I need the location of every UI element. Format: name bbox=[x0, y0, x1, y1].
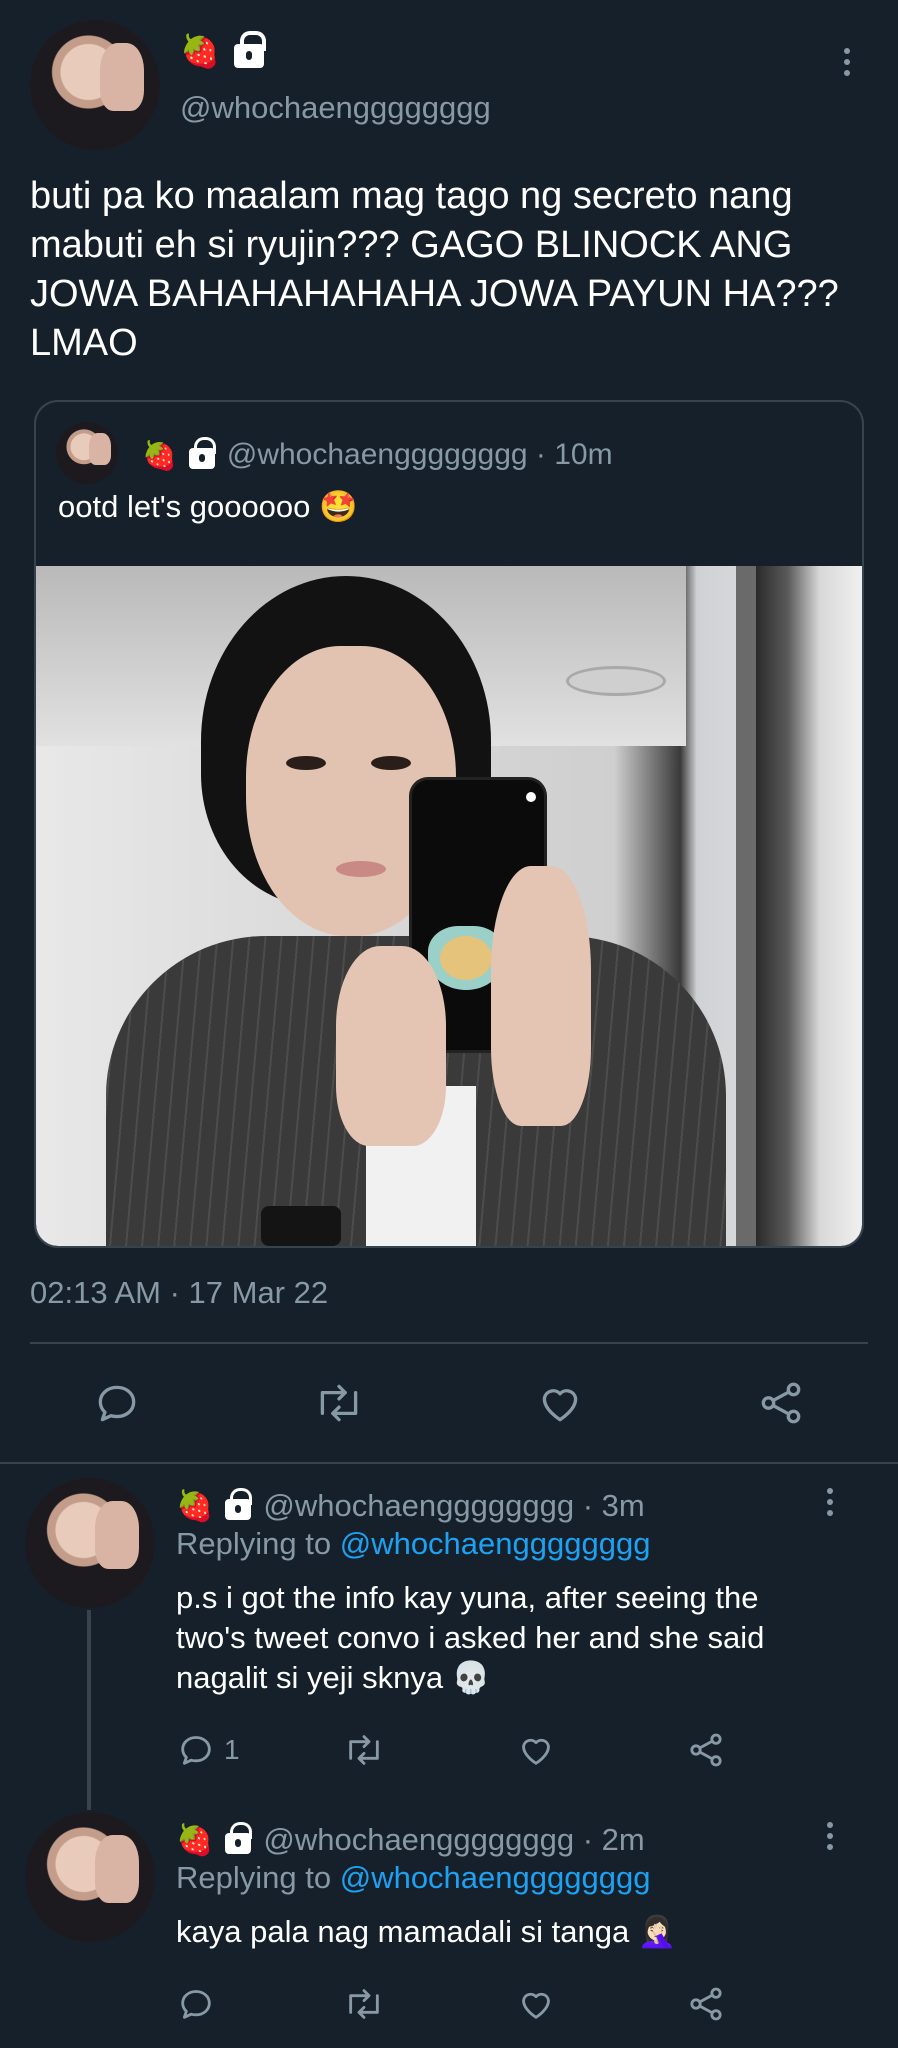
quoted-tweet-text: ootd let's goooooo 🤩 bbox=[58, 489, 358, 524]
reply-icon[interactable] bbox=[92, 1378, 142, 1428]
quoted-tweet-card[interactable]: 🍓 @whochaengggggggg · 10m ootd let's goo… bbox=[34, 400, 864, 1248]
reply-name-row: 🍓 @whochaengggggggg · 3m bbox=[176, 1487, 645, 1524]
reply-avatar[interactable] bbox=[25, 1812, 155, 1942]
divider bbox=[30, 1342, 868, 1344]
strawberry-emoji: 🍓 bbox=[180, 32, 220, 70]
main-name-row: 🍓 bbox=[180, 31, 266, 70]
retweet-icon[interactable] bbox=[342, 1984, 386, 2024]
more-icon[interactable] bbox=[823, 1822, 837, 1850]
replying-handle-link[interactable]: @whochaengggggggg bbox=[340, 1526, 651, 1561]
strawberry-emoji: 🍓 bbox=[142, 438, 177, 472]
reply-name-row: 🍓 @whochaengggggggg · 2m bbox=[176, 1821, 645, 1858]
quoted-handle-time: @whochaengggggggg · 10m bbox=[226, 438, 613, 471]
main-tweet-text: buti pa ko maalam mag tago ng secreto na… bbox=[30, 175, 839, 364]
reply-count: 1 bbox=[224, 1734, 240, 1765]
quoted-avatar bbox=[56, 422, 118, 484]
replying-to: Replying to @whochaengggggggg bbox=[176, 1860, 650, 1896]
quoted-name-row: 🍓 @whochaengggggggg · 10m bbox=[142, 436, 613, 472]
reply-icon[interactable]: 1 bbox=[176, 1730, 240, 1770]
share-icon[interactable] bbox=[686, 1730, 726, 1770]
tweet-timestamp[interactable]: 02:13 AM · 17 Mar 22 bbox=[30, 1275, 328, 1311]
main-handle[interactable]: @whochaengggggggg bbox=[180, 90, 491, 126]
more-icon[interactable] bbox=[823, 1488, 837, 1516]
like-icon[interactable] bbox=[535, 1378, 585, 1428]
like-icon[interactable] bbox=[516, 1984, 556, 2024]
replying-label: Replying to bbox=[176, 1860, 332, 1895]
lock-icon bbox=[233, 31, 266, 68]
retweet-icon[interactable] bbox=[312, 1378, 366, 1428]
retweet-icon[interactable] bbox=[342, 1730, 386, 1770]
more-icon[interactable] bbox=[840, 48, 854, 76]
reply-handle-time: @whochaengggggggg · 3m bbox=[263, 1488, 645, 1523]
reply-icon[interactable] bbox=[176, 1984, 216, 2024]
reply-text: p.s i got the info kay yuna, after seein… bbox=[176, 1580, 765, 1695]
share-icon[interactable] bbox=[686, 1984, 726, 2024]
reply-avatar[interactable] bbox=[25, 1478, 155, 1608]
thread-line bbox=[87, 1610, 91, 1810]
lock-icon bbox=[225, 1487, 253, 1520]
replying-to: Replying to @whochaengggggggg bbox=[176, 1526, 650, 1562]
like-icon[interactable] bbox=[516, 1730, 556, 1770]
tweet-photo[interactable] bbox=[36, 566, 862, 1246]
section-divider bbox=[0, 1462, 898, 1464]
strawberry-emoji: 🍓 bbox=[176, 1822, 214, 1858]
replying-label: Replying to bbox=[176, 1526, 332, 1561]
strawberry-emoji: 🍓 bbox=[176, 1488, 214, 1524]
lock-icon bbox=[225, 1821, 253, 1854]
reply-text: kaya pala nag mamadali si tanga 🤦🏻‍♀️ bbox=[176, 1914, 677, 1949]
lock-icon bbox=[188, 436, 216, 469]
share-icon[interactable] bbox=[756, 1378, 806, 1428]
avatar[interactable] bbox=[30, 20, 160, 150]
replying-handle-link[interactable]: @whochaengggggggg bbox=[340, 1860, 651, 1895]
reply-handle-time: @whochaengggggggg · 2m bbox=[263, 1822, 645, 1857]
